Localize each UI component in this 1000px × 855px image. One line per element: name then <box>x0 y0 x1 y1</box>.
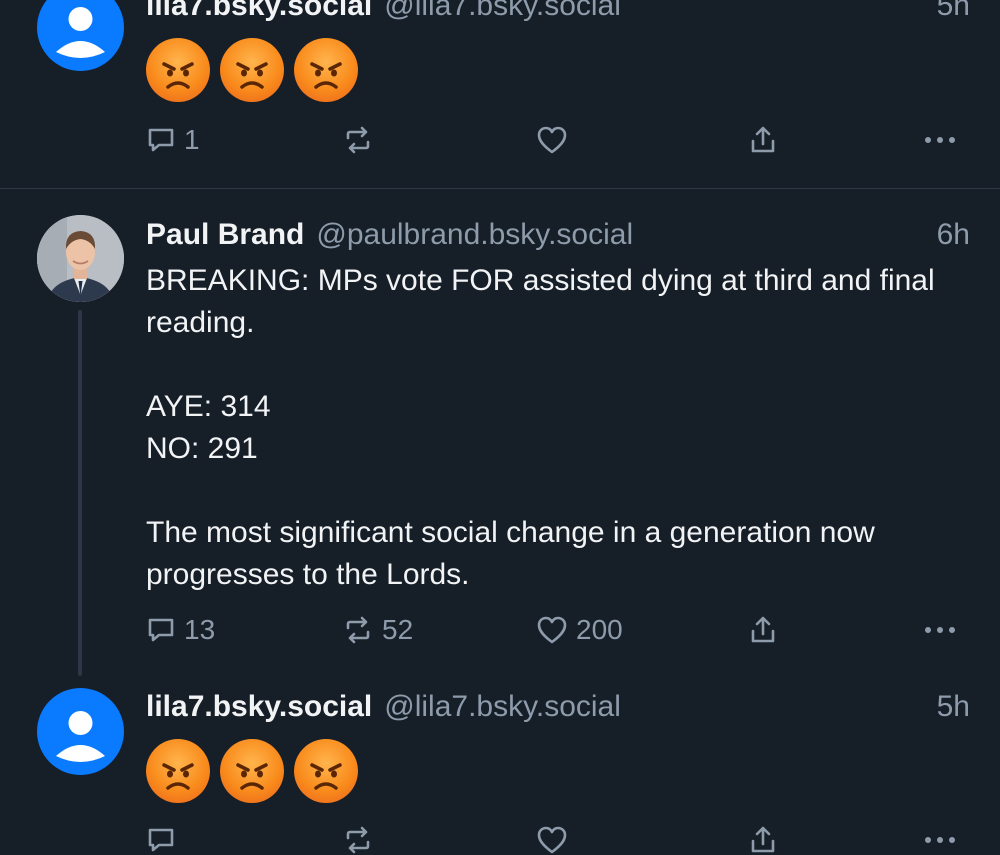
angry-face-icon <box>220 38 284 102</box>
avatar[interactable] <box>37 215 124 302</box>
emoji-row <box>146 739 358 803</box>
reply-button[interactable] <box>146 820 184 855</box>
reply-icon <box>148 828 174 852</box>
angry-face-icon <box>220 739 284 803</box>
angry-face-icon <box>146 739 210 803</box>
more-button[interactable] <box>922 120 958 160</box>
repost-count: 52 <box>382 614 414 645</box>
reply-button[interactable]: 13 <box>146 610 215 650</box>
profile-photo <box>37 215 124 302</box>
repost-icon <box>346 616 370 644</box>
post-header: lila7.bsky.social @lila7.bsky.social 5h <box>146 0 970 26</box>
post-header: lila7.bsky.social @lila7.bsky.social 5h <box>146 687 970 727</box>
reply-count: 1 <box>184 124 200 155</box>
avatar[interactable] <box>37 0 124 71</box>
post-text: BREAKING: MPs vote FOR assisted dying at… <box>146 264 935 591</box>
like-button[interactable] <box>536 120 576 160</box>
post[interactable]: Paul Brand @paulbrand.bsky.social 6h BRE… <box>0 189 1000 676</box>
like-icon <box>537 616 567 644</box>
repost-button[interactable] <box>342 820 382 855</box>
reply-count: 13 <box>184 614 216 645</box>
angry-face-icon <box>294 38 358 102</box>
post-header: Paul Brand @paulbrand.bsky.social 6h <box>146 215 970 255</box>
like-button[interactable] <box>536 820 576 855</box>
post-actions <box>146 820 961 855</box>
share-icon <box>751 126 775 153</box>
feed: lila7.bsky.social @lila7.bsky.social 5h … <box>0 0 1000 855</box>
default-avatar-icon <box>56 711 105 762</box>
share-icon <box>751 616 775 643</box>
more-button[interactable] <box>922 820 958 855</box>
share-button[interactable] <box>748 120 778 160</box>
post-time[interactable]: 5h <box>937 0 970 23</box>
author-name[interactable]: lila7.bsky.social <box>146 0 372 23</box>
post-actions: 1 <box>146 120 961 160</box>
repost-icon <box>346 126 370 154</box>
like-button[interactable]: 200 <box>536 610 623 650</box>
reply-icon <box>148 618 174 642</box>
thread-line <box>78 310 82 676</box>
more-icon <box>925 137 955 143</box>
like-icon <box>537 826 567 854</box>
post[interactable]: lila7.bsky.social @lila7.bsky.social 5h <box>0 676 1000 855</box>
post-actions: 13 52 200 <box>146 610 961 650</box>
share-button[interactable] <box>748 610 778 650</box>
author-handle[interactable]: @lila7.bsky.social <box>384 690 621 724</box>
repost-icon <box>346 826 370 854</box>
share-button[interactable] <box>748 820 778 855</box>
repost-button[interactable]: 52 <box>342 610 413 650</box>
default-avatar-icon <box>56 7 105 58</box>
author-handle[interactable]: @lila7.bsky.social <box>384 0 621 23</box>
like-count: 200 <box>576 614 623 645</box>
share-icon <box>751 826 775 853</box>
reply-icon <box>148 128 174 152</box>
emoji-row <box>146 38 358 102</box>
more-icon <box>925 627 955 633</box>
post-time[interactable]: 5h <box>937 690 970 724</box>
angry-face-icon <box>146 38 210 102</box>
author-name[interactable]: lila7.bsky.social <box>146 690 372 724</box>
like-icon <box>537 126 567 154</box>
more-icon <box>925 837 955 843</box>
post[interactable]: lila7.bsky.social @lila7.bsky.social 5h … <box>0 0 1000 188</box>
angry-face-icon <box>294 739 358 803</box>
avatar[interactable] <box>37 688 124 775</box>
author-handle[interactable]: @paulbrand.bsky.social <box>316 218 633 252</box>
author-name[interactable]: Paul Brand <box>146 218 304 252</box>
post-time[interactable]: 6h <box>937 218 970 252</box>
more-button[interactable] <box>922 610 958 650</box>
repost-button[interactable] <box>342 120 382 160</box>
reply-button[interactable]: 1 <box>146 120 200 160</box>
